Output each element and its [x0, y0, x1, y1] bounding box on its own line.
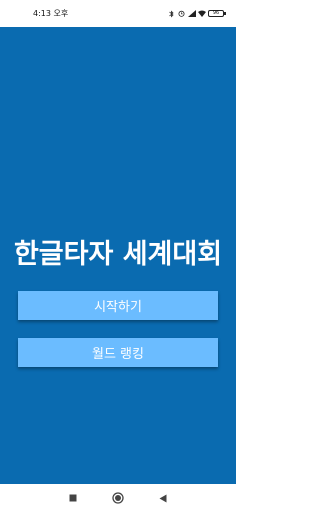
status-time: 4:13 오후 [33, 9, 69, 18]
alarm-icon [178, 10, 185, 17]
battery-level: 96 [212, 10, 220, 16]
navigation-bar [0, 484, 236, 512]
battery-icon: 96 [208, 10, 226, 17]
start-button[interactable]: 시작하기 [18, 291, 218, 320]
app-title: 한글타자 세계대회 [13, 239, 223, 270]
world-ranking-button[interactable]: 월드 랭킹 [18, 338, 218, 367]
app-main-area: 한글타자 세계대회 시작하기 월드 랭킹 [0, 27, 236, 484]
home-icon[interactable] [111, 491, 125, 505]
status-bar: 4:13 오후 96 [0, 0, 236, 27]
status-icons: 96 [168, 10, 226, 18]
wifi-icon [198, 10, 206, 17]
back-icon[interactable] [156, 491, 170, 505]
recents-icon[interactable] [66, 491, 80, 505]
signal-icon [188, 10, 196, 17]
bluetooth-icon [168, 10, 175, 18]
phone-screen: 4:13 오후 96 한글타자 세계대회 시작하기 월드 랭킹 [0, 0, 236, 512]
